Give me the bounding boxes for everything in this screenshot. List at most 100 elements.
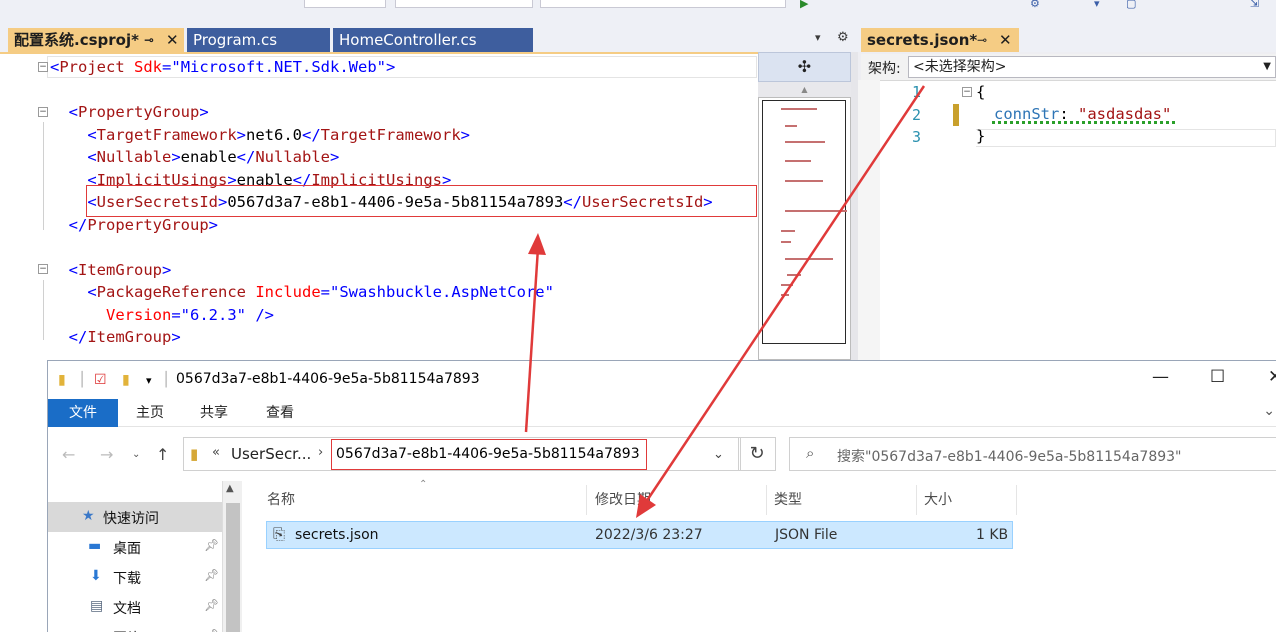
close-icon[interactable]: ✕ [999,28,1012,52]
secrets-json-editor[interactable]: 1 2 3 − { connStr: "asdasdas" } [880,80,1276,370]
gear-icon[interactable]: ⚙ [837,30,849,45]
column-header-size[interactable]: 大小 [924,489,952,515]
address-bar[interactable]: ▮ « UserSecr... › 0567d3a7-e8b1-4406-9e5… [183,437,741,471]
fold-guide [43,280,44,340]
warning-squiggle [992,121,1178,124]
breadcrumb-parent[interactable]: UserSecr... [231,445,311,463]
close-icon[interactable]: ✕ [1268,367,1276,387]
fold-toggle-icon[interactable]: − [38,62,48,72]
up-icon[interactable]: ↑ [156,445,169,464]
toolbar-config-dropdown[interactable] [304,0,386,8]
quick-access-dropdown-icon[interactable]: ▾ [146,374,152,387]
column-header-name[interactable]: 名称 [267,489,295,515]
minimap[interactable] [758,97,851,360]
schema-value: <未选择架构> [913,59,1007,75]
scroll-up-icon[interactable]: ▲ [758,82,851,97]
toolbar-dropdown-icon[interactable]: ▾ [1094,0,1100,9]
search-box[interactable]: ⌕ 搜索"0567d3a7-e8b1-4406-9e5a-5b81154a789… [789,437,1276,471]
pin-icon[interactable]: 📌︎ [204,568,219,582]
chevron-down-icon: ▼ [1263,61,1271,72]
column-header-modified[interactable]: 修改日期 [595,489,651,515]
new-folder-icon[interactable]: ▮ [122,372,130,388]
fold-toggle-icon[interactable]: − [38,264,48,274]
fold-toggle-icon[interactable]: − [38,107,48,117]
nav-label: 下载 [113,571,141,587]
refresh-icon[interactable]: ↻ [738,437,776,471]
tab-secrets-json[interactable]: secrets.json* ⊸ ✕ [861,28,1019,52]
tab-label: HomeController.cs [339,31,477,49]
json-open-brace: { [976,83,986,101]
star-icon: ★ [82,508,95,524]
column-header-type[interactable]: 类型 [774,489,802,515]
tab-label: Program.cs [193,31,278,49]
pin-icon[interactable]: ⊸ [144,28,154,52]
scroll-up-icon[interactable]: ▲ [226,483,234,494]
nav-item-downloads[interactable]: ⬇ 下载 📌︎ [48,562,222,592]
pin-icon[interactable]: 📌︎ [204,598,219,612]
scrollbar-thumb[interactable] [226,503,240,632]
nav-item-desktop[interactable]: ▬ 桌面 📌︎ [48,532,222,562]
column-divider[interactable] [1016,485,1017,515]
tab-list-dropdown-icon[interactable]: ▾ [815,31,821,44]
tab-file[interactable]: 文件 [48,399,118,427]
minimap-line [781,294,789,296]
properties-icon[interactable]: ☑ [94,372,107,388]
nav-item-quick-access[interactable]: ★ 快速访问 [48,502,222,532]
toolbar-pin-icon[interactable]: ⇲ [1250,0,1259,9]
close-icon[interactable]: ✕ [166,28,179,52]
expand-ribbon-icon[interactable]: ⌄ [1263,403,1275,419]
play-icon[interactable]: ▶ [800,0,808,9]
line-number: 3 [912,128,922,146]
toolbar-platform-dropdown[interactable] [395,0,533,8]
tab-view[interactable]: 查看 [254,399,306,427]
breadcrumb-overflow[interactable]: « [212,445,220,460]
nav-label: 图片 [113,628,141,632]
json-close-brace: } [976,127,986,145]
forward-icon[interactable]: → [100,445,113,464]
split-view-icon[interactable]: ✣ [758,52,851,82]
pin-icon[interactable]: 📌︎ [204,628,219,632]
file-row[interactable]: ⎘ secrets.json 2022/3/6 23:27 JSON File … [266,521,1013,549]
code-line-1: <Project Sdk="Microsoft.NET.Sdk.Web"> [50,58,396,76]
nav-pane-scrollbar[interactable]: ▲ [222,481,242,632]
pin-icon[interactable]: ⊸ [977,28,987,52]
schema-dropdown[interactable]: <未选择架构> ▼ [908,56,1276,78]
code-line-packagereference: <PackageReference Include="Swashbuckle.A… [87,283,554,301]
tab-homecontroller[interactable]: HomeController.cs [333,28,533,52]
editor-tab-strip: 配置系统.csproj* ⊸ ✕ Program.cs HomeControll… [0,28,858,52]
explorer-nav-bar: ← → ⌄ ↑ ▮ « UserSecr... › 0567d3a7-e8b1-… [48,427,1276,481]
pin-icon[interactable]: 📌︎ [204,538,219,552]
search-input[interactable]: 搜索"0567d3a7-e8b1-4406-9e5a-5b81154a7893" [837,446,1181,466]
json-file-icon: ⎘ [273,525,286,543]
separator: │ [78,372,87,388]
fold-toggle-icon[interactable]: − [962,87,972,97]
editor-vertical-scrollbar[interactable] [851,52,858,360]
nav-item-documents[interactable]: ▤ 文档 📌︎ [48,592,222,622]
code-line-targetframework: <TargetFramework>net6.0</TargetFramework… [87,125,470,144]
tab-csproj[interactable]: 配置系统.csproj* ⊸ ✕ [8,28,184,52]
breadcrumb-chevron-icon[interactable]: › [318,445,323,460]
minimap-line [781,241,791,243]
code-line-version: Version="6.2.3" /> [106,305,274,324]
breadcrumb-current[interactable]: 0567d3a7-e8b1-4406-9e5a-5b81154a7893 [336,446,640,462]
tab-program[interactable]: Program.cs [187,28,330,52]
column-divider[interactable] [586,485,587,515]
back-icon[interactable]: ← [62,445,75,464]
toolbar-window-icon[interactable]: ▢ [1126,0,1136,9]
toolbar-startup-dropdown[interactable] [540,0,786,8]
maximize-icon[interactable]: ☐ [1210,367,1225,387]
nav-item-pictures[interactable]: ▭ 图片 📌︎ [48,622,222,632]
chevron-down-icon[interactable]: ⌄ [713,447,724,462]
column-divider[interactable] [916,485,917,515]
tab-share[interactable]: 共享 [188,399,240,427]
file-explorer-window: ▮ │ ☑ ▮ ▾ │ 0567d3a7-e8b1-4406-9e5a-5b81… [47,360,1276,632]
vs-toolbar: ▶ ⚙ ▾ ▢ ⇲ [0,0,1276,30]
tab-home[interactable]: 主页 [124,399,176,427]
recent-locations-icon[interactable]: ⌄ [132,449,140,460]
minimap-line [785,141,825,143]
download-icon: ⬇ [90,568,102,584]
nav-label: 桌面 [113,541,141,557]
toolbar-tool-icon[interactable]: ⚙ [1030,0,1040,9]
column-divider[interactable] [766,485,767,515]
minimize-icon[interactable]: — [1152,367,1169,387]
